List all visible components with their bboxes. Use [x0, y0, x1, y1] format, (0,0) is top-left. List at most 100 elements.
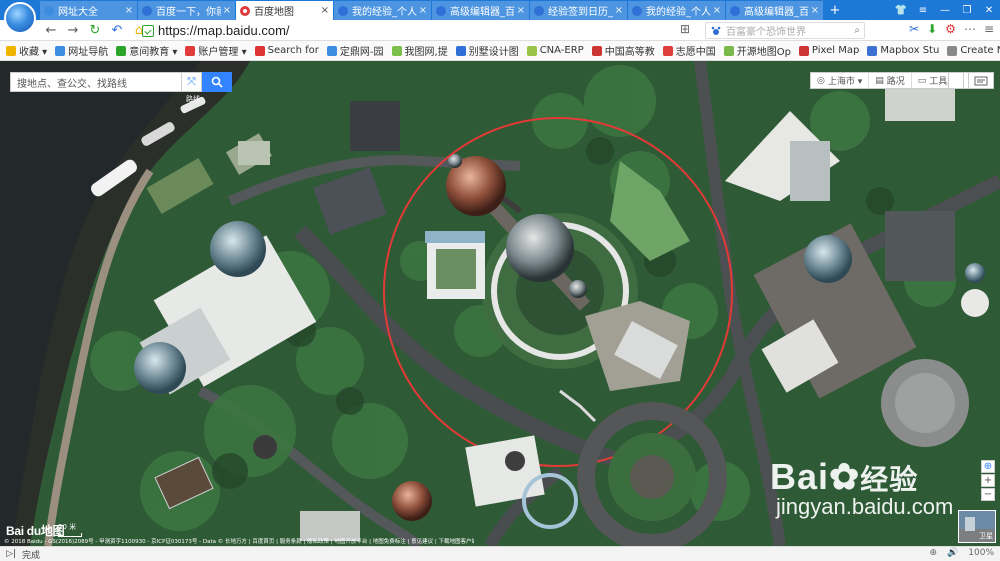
bookmark-label: Search for — [267, 45, 319, 56]
capture-icon[interactable]: ✂ — [909, 22, 919, 36]
tab-5[interactable]: 经验签到日历_百× — [530, 1, 627, 20]
search-icon — [211, 76, 223, 88]
bookmark-item[interactable]: 意间教育 ▾ — [116, 43, 177, 58]
bookmark-item[interactable]: 中国高等教 — [591, 43, 655, 58]
tab-close-icon[interactable]: × — [321, 5, 329, 16]
tab-close-icon[interactable]: × — [125, 5, 133, 16]
scale-label: 20 米 — [58, 523, 77, 531]
skin-icon[interactable]: 👕 — [890, 0, 912, 20]
tab-close-icon[interactable]: × — [811, 5, 819, 16]
tab-1[interactable]: 百度一下，你就知× — [138, 1, 235, 20]
menu-list-icon[interactable]: ≡ — [984, 22, 994, 36]
watermark-url: jingyan.baidu.com — [776, 494, 954, 519]
fullscreen-button[interactable] — [968, 72, 994, 89]
zoom-out-button[interactable]: − — [981, 488, 995, 501]
bookmark-item[interactable]: 开源地图Op — [723, 43, 791, 58]
tab-favicon-icon — [338, 5, 348, 16]
bookmark-icon — [6, 45, 16, 56]
city-selector[interactable]: ◎ 上海市 ▾ — [811, 73, 870, 88]
tab-4[interactable]: 高级编辑器_百度× — [432, 1, 529, 20]
grid-icon[interactable]: ⊞ — [680, 22, 690, 36]
tab-close-icon[interactable]: × — [419, 5, 427, 16]
locate-icon[interactable]: ⊕ — [981, 460, 995, 473]
traffic-button[interactable]: ▤ 路况 — [869, 73, 912, 88]
tab-7[interactable]: 高级编辑器_百度× — [726, 1, 823, 20]
bookmark-label: 收藏 ▾ — [19, 47, 48, 58]
status-bar: ▷| 完成 ⊕ 🔊 100% — [0, 546, 1000, 561]
bookmark-item[interactable]: 别墅设计图 — [455, 43, 519, 58]
location-icon: ◎ — [817, 75, 825, 86]
bookmark-label: 中国高等教 — [604, 47, 655, 58]
bookmark-label: 账户管理 ▾ — [198, 47, 247, 58]
route-caption: 路线 — [186, 95, 200, 103]
bookmark-icon — [723, 45, 734, 56]
zoom-in-button[interactable]: + — [981, 474, 995, 487]
tab-favicon-icon — [44, 5, 54, 16]
tab-strip: 网址大全×百度一下，你就知×百度地图×我的经验_个人中×高级编辑器_百度×经验签… — [40, 1, 824, 20]
tab-close-icon[interactable]: × — [615, 5, 623, 16]
url-text: https://map.baidu.com/ — [158, 23, 290, 38]
bookmark-item[interactable]: Pixel Map — [798, 45, 859, 56]
paw-icon: ✿ — [829, 456, 861, 497]
bookmark-label: 我图网,提 — [404, 47, 448, 58]
bookmark-item[interactable]: 账户管理 ▾ — [185, 43, 247, 58]
map-type-thumbnail[interactable]: 卫星 — [958, 510, 996, 543]
map-search-input[interactable]: 搜地点、查公交、找路线 — [10, 72, 182, 92]
url-field[interactable]: https://map.baidu.com/ — [142, 21, 680, 40]
address-bar: ← → ↻ ↶ ⌂ https://map.baidu.com/ ⊞ 百富豪个恐… — [0, 20, 1000, 41]
restore-button[interactable]: ❐ — [956, 0, 978, 20]
map-search-button[interactable] — [202, 72, 232, 92]
bookmark-item[interactable]: 收藏 ▾ — [6, 43, 47, 58]
tab-close-icon[interactable]: × — [517, 5, 525, 16]
browser-logo[interactable] — [4, 2, 36, 34]
bookmark-item[interactable]: 网址导航 — [55, 43, 108, 58]
tab-label: 高级编辑器_百度 — [744, 7, 809, 18]
close-button[interactable]: ✕ — [978, 0, 1000, 20]
undo-button[interactable]: ↶ — [106, 20, 128, 41]
zoom-control: ⊕ + − — [981, 460, 995, 502]
status-item[interactable]: 🔊 — [947, 548, 958, 558]
bookmark-item[interactable]: Create New — [947, 45, 1000, 56]
back-button[interactable]: ← — [40, 20, 62, 41]
tab-6[interactable]: 我的经验_个人中× — [628, 1, 725, 20]
bookmark-item[interactable]: 志愿中国 — [662, 43, 716, 58]
tab-favicon-icon — [730, 5, 740, 16]
traffic-label: 路况 — [886, 77, 905, 87]
toolbox-icon: ▭ — [917, 75, 927, 86]
bookmark-item[interactable]: Mapbox Stu — [867, 45, 939, 56]
search-engine-box[interactable]: 百富豪个恐饰世界 ⌕ — [705, 22, 865, 39]
bookmark-item[interactable]: Search for — [254, 45, 319, 56]
bookmark-icon — [526, 45, 537, 56]
bookmark-label: Create New — [960, 45, 1000, 56]
forward-button[interactable]: → — [62, 20, 84, 41]
menu-icon[interactable]: ≡ — [912, 0, 934, 20]
map-type-button[interactable] — [948, 72, 964, 89]
page-status-icon: ▷| — [6, 549, 16, 559]
tab-label: 百度地图 — [254, 7, 294, 18]
tab-2[interactable]: 百度地图 × — [236, 1, 333, 20]
apps-icon[interactable]: ⋯ — [964, 22, 976, 36]
bookmark-item[interactable]: CNA-ERP — [526, 45, 584, 56]
new-tab-button[interactable]: + — [824, 1, 846, 20]
tab-close-icon[interactable]: × — [223, 5, 231, 16]
extension-icon[interactable]: ⚙ — [945, 22, 956, 36]
minimize-button[interactable]: — — [934, 0, 956, 20]
bookmark-item[interactable]: 我图网,提 — [391, 43, 448, 58]
status-item[interactable]: 100% — [968, 548, 994, 558]
bookmark-item[interactable]: 定鼎网-园 — [326, 43, 384, 58]
tab-close-icon[interactable]: × — [713, 5, 721, 16]
tab-favicon-icon — [142, 5, 152, 16]
address-actions: ⊞ — [680, 22, 690, 36]
download-icon[interactable]: ⬇ — [927, 22, 937, 36]
bookmarks-bar: 收藏 ▾ 网址导航 意间教育 ▾ 账户管理 ▾ Search for 定鼎网-园 我图网,提… — [0, 41, 1000, 61]
tab-label: 我的经验_个人中 — [646, 7, 711, 18]
tab-label: 百度一下，你就知 — [156, 7, 221, 18]
toolbar-right: ✂ ⬇ ⚙ ⋯ ≡ — [909, 22, 994, 36]
search-icon[interactable]: ⌕ — [854, 25, 860, 36]
tab-3[interactable]: 我的经验_个人中× — [334, 1, 431, 20]
map-scale: 20 米 — [58, 522, 82, 537]
route-icon[interactable]: ⤧ — [182, 72, 202, 92]
tab-0[interactable]: 网址大全 × — [40, 1, 137, 20]
refresh-button[interactable]: ↻ — [84, 20, 106, 41]
status-item[interactable]: ⊕ — [930, 548, 938, 558]
